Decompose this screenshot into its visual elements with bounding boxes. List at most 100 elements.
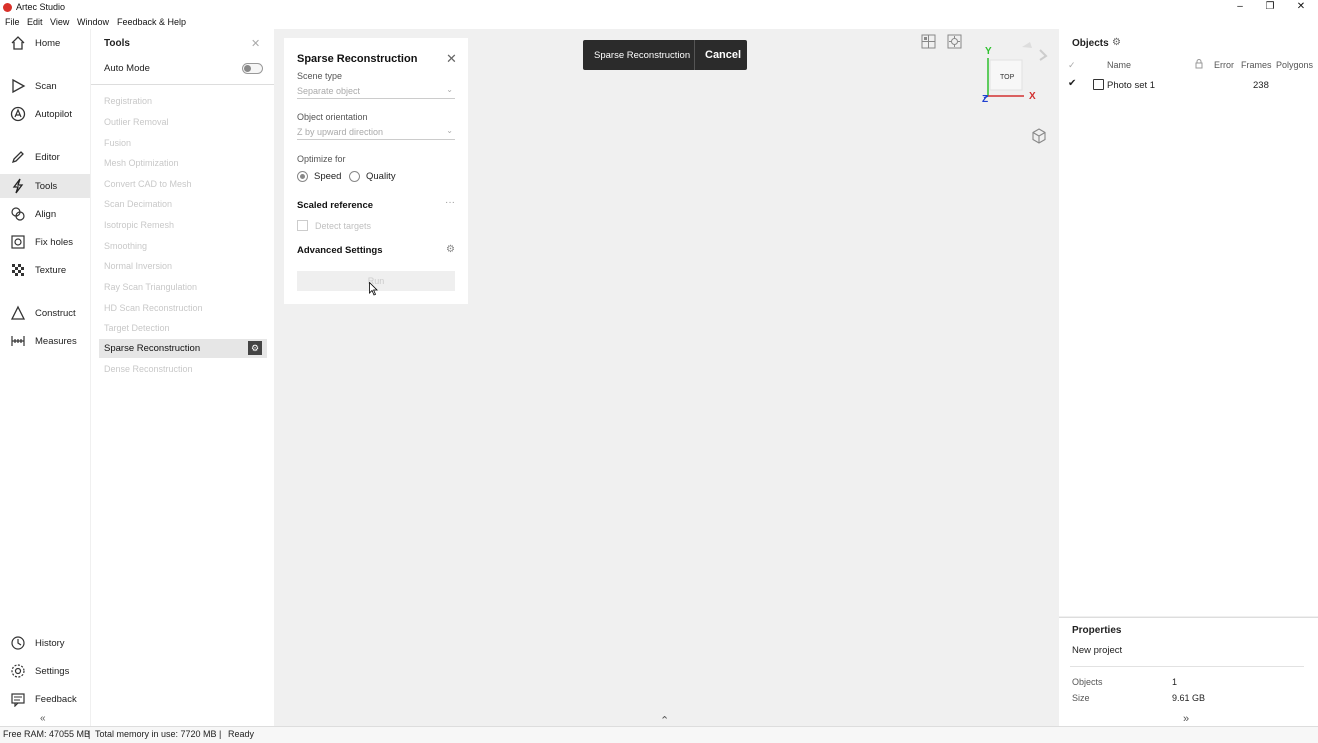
nav-feedback[interactable]: Feedback: [0, 687, 90, 711]
construct-icon: [10, 305, 26, 320]
menu-feedback-help[interactable]: Feedback & Help: [117, 17, 186, 27]
tool-convert-cad[interactable]: Convert CAD to Mesh: [104, 179, 192, 189]
nav-home-label: Home: [35, 38, 61, 49]
chevron-down-icon: ⌄: [446, 85, 453, 94]
nav-tools-label: Tools: [35, 181, 58, 192]
nav-construct-label: Construct: [35, 308, 76, 319]
minimize-button[interactable]: –: [1225, 0, 1255, 14]
object-orientation-value: Z by upward direction: [297, 127, 384, 137]
menu-file[interactable]: File: [5, 17, 20, 27]
detect-targets-checkbox[interactable]: [297, 220, 308, 231]
tool-settings-gear-icon[interactable]: ⚙: [248, 341, 262, 355]
menu-view[interactable]: View: [50, 17, 69, 27]
prop-objects-value: 1: [1172, 677, 1178, 687]
tool-dense-reconstruction[interactable]: Dense Reconstruction: [104, 364, 193, 374]
nav-measures[interactable]: Measures: [0, 329, 90, 353]
tools-title: Tools: [104, 38, 130, 49]
tools-icon: [12, 178, 24, 194]
advanced-settings-gear-icon[interactable]: ⚙: [446, 244, 455, 255]
settings-icon: [11, 664, 25, 678]
tool-normal-inversion[interactable]: Normal Inversion: [104, 261, 172, 271]
column-error[interactable]: Error: [1214, 60, 1234, 70]
optimize-for-label: Optimize for: [297, 154, 346, 164]
menu-edit[interactable]: Edit: [27, 17, 43, 27]
tools-close-button[interactable]: ✕: [251, 37, 260, 50]
cancel-button[interactable]: Cancel: [705, 49, 741, 61]
fix-holes-icon: [11, 235, 25, 249]
tool-ray-scan-triangulation[interactable]: Ray Scan Triangulation: [104, 282, 197, 292]
scan-icon: [12, 78, 26, 94]
tool-smoothing[interactable]: Smoothing: [104, 241, 147, 251]
prop-size-key: Size: [1072, 693, 1090, 703]
nav-align[interactable]: Align: [0, 202, 90, 226]
lock-icon[interactable]: [1195, 59, 1203, 69]
fit-view-icon[interactable]: [947, 34, 962, 49]
objects-title: Objects: [1072, 38, 1109, 49]
objects-settings-gear-icon[interactable]: ⚙: [1112, 37, 1121, 48]
nav-editor-label: Editor: [35, 152, 60, 163]
home-icon: [11, 36, 25, 50]
perspective-cube-icon[interactable]: [1031, 128, 1047, 144]
nav-tools[interactable]: Tools: [0, 174, 90, 198]
column-check[interactable]: ✓: [1068, 60, 1076, 71]
tool-hd-scan-reconstruction[interactable]: HD Scan Reconstruction: [104, 303, 203, 313]
nav-home[interactable]: Home: [0, 31, 90, 55]
tool-mesh-optimization[interactable]: Mesh Optimization: [104, 158, 179, 168]
axis-z-label: Z: [982, 94, 989, 105]
title-bar: [0, 0, 1318, 15]
dialog-close-button[interactable]: ✕: [446, 51, 457, 67]
collapse-nav-button[interactable]: «: [40, 713, 46, 724]
nav-settings[interactable]: Settings: [0, 659, 90, 683]
auto-mode-toggle[interactable]: [242, 63, 263, 74]
advanced-settings-label: Advanced Settings: [297, 245, 383, 256]
menu-window[interactable]: Window: [77, 17, 109, 27]
nav-construct[interactable]: Construct: [0, 301, 90, 325]
nav-history-label: History: [35, 638, 65, 649]
nav-history[interactable]: History: [0, 631, 90, 655]
scaled-reference-label: Scaled reference: [297, 200, 374, 211]
speed-label: Speed: [314, 171, 342, 182]
row-frames: 238: [1253, 80, 1269, 91]
scaled-reference-more-button[interactable]: ···: [445, 197, 455, 208]
editor-icon: [11, 151, 24, 164]
auto-mode-label: Auto Mode: [104, 63, 150, 74]
axis-x-label: X: [1029, 91, 1036, 102]
column-name[interactable]: Name: [1107, 60, 1131, 70]
align-icon: [11, 207, 25, 221]
column-polygons[interactable]: Polygons: [1276, 60, 1313, 70]
prop-objects-key: Objects: [1072, 677, 1103, 687]
tool-sparse-reconstruction-label: Sparse Reconstruction: [104, 343, 201, 354]
speed-radio[interactable]: [297, 171, 308, 182]
column-frames[interactable]: Frames: [1241, 60, 1272, 70]
layout-grid-icon[interactable]: [921, 34, 936, 49]
history-icon: [11, 636, 25, 650]
tool-fusion[interactable]: Fusion: [104, 138, 131, 148]
status-free-ram: Free RAM: 47055 MB: [3, 729, 91, 739]
status-state: Ready: [228, 729, 255, 739]
scene-type-label: Scene type: [297, 71, 343, 81]
status-separator: |: [219, 729, 222, 739]
texture-icon: [12, 264, 24, 276]
row-name: Photo set 1: [1107, 80, 1156, 91]
tool-outlier-removal[interactable]: Outlier Removal: [104, 117, 169, 127]
nav-autopilot-label: Autopilot: [35, 109, 72, 120]
tool-registration[interactable]: Registration: [104, 96, 152, 106]
close-window-button[interactable]: ✕: [1286, 0, 1316, 14]
quality-radio[interactable]: [349, 171, 360, 182]
nav-align-label: Align: [35, 209, 57, 220]
nav-autopilot[interactable]: Autopilot: [0, 102, 90, 126]
tool-isotropic-remesh[interactable]: Isotropic Remesh: [104, 220, 174, 230]
axis-y-label: Y: [985, 46, 992, 57]
row-visibility-check[interactable]: ✔: [1068, 78, 1076, 89]
restore-button[interactable]: ❐: [1255, 0, 1285, 14]
nav-scan[interactable]: Scan: [0, 74, 90, 98]
tools-divider: [91, 84, 274, 85]
nav-texture[interactable]: Texture: [0, 258, 90, 282]
scene-type-select[interactable]: Separate object ⌄: [297, 85, 455, 99]
nav-editor[interactable]: Editor: [0, 145, 90, 169]
nav-fix-holes[interactable]: Fix holes: [0, 230, 90, 254]
expand-properties-icon[interactable]: »: [1183, 713, 1189, 725]
tool-scan-decimation[interactable]: Scan Decimation: [104, 199, 172, 209]
tool-target-detection[interactable]: Target Detection: [104, 323, 170, 333]
object-orientation-select[interactable]: Z by upward direction ⌄: [297, 126, 455, 140]
